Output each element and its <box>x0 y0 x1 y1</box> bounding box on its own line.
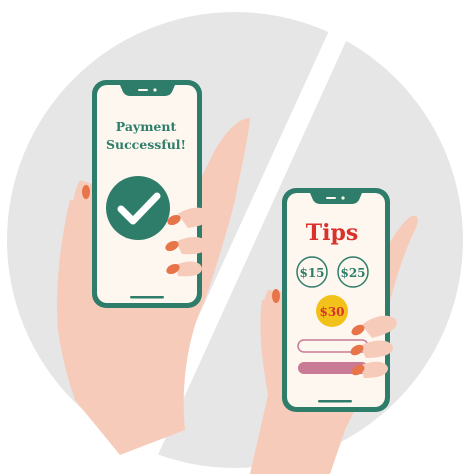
right-phone-home-bar <box>318 400 352 403</box>
illustration: Payment Successful! Tips $15 $25 $30 <box>7 12 463 474</box>
tip-option-30-label: $30 <box>319 305 344 319</box>
tip-option-25-label: $25 <box>340 266 365 280</box>
checkmark-icon <box>106 176 170 240</box>
payment-heading-line2: Successful! <box>106 137 186 152</box>
tip-option-15-label: $15 <box>299 266 324 280</box>
tip-option-25[interactable]: $25 <box>337 256 369 288</box>
tip-option-30[interactable]: $30 <box>316 295 348 327</box>
tip-option-15[interactable]: $15 <box>296 256 328 288</box>
left-phone-home-bar <box>130 296 164 299</box>
payment-heading-line1: Payment <box>116 119 177 134</box>
tips-title: Tips <box>306 220 359 246</box>
right-phone-notch <box>310 193 362 204</box>
